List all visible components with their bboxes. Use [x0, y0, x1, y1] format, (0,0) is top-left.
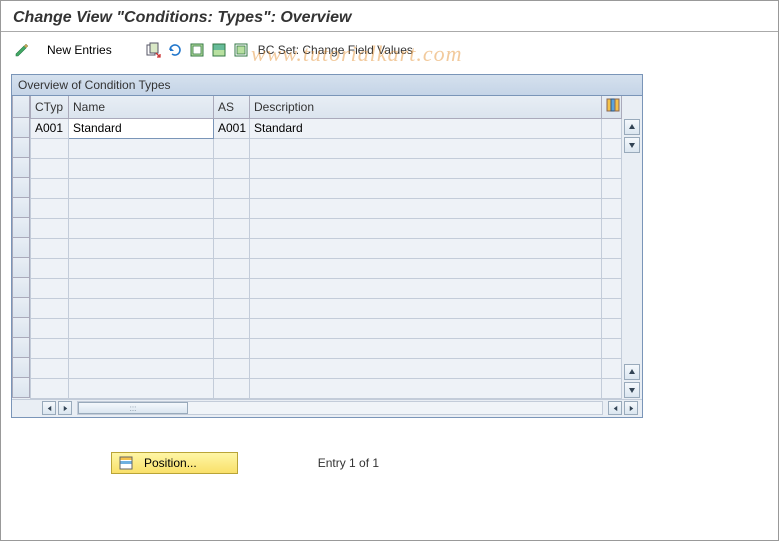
select-block-button[interactable]	[210, 41, 228, 59]
row-selector[interactable]	[12, 218, 30, 238]
col-header-ctyp[interactable]: CTyp	[31, 96, 69, 118]
cell-description[interactable]: Standard	[250, 118, 602, 138]
row-selector[interactable]	[12, 198, 30, 218]
row-selector[interactable]	[12, 278, 30, 298]
scroll-left-button[interactable]	[608, 401, 622, 415]
new-entries-button[interactable]: New Entries	[39, 41, 120, 59]
table-row	[31, 358, 622, 378]
row-selector[interactable]	[12, 378, 30, 398]
scroll-down-button[interactable]	[624, 137, 640, 153]
col-header-as[interactable]: AS	[214, 96, 250, 118]
toggle-display-change-button[interactable]	[13, 41, 31, 59]
cell-as[interactable]: A001	[214, 118, 250, 138]
col-header-name[interactable]: Name	[69, 96, 214, 118]
row-selector[interactable]	[12, 238, 30, 258]
entry-status-text: Entry 1 of 1	[318, 456, 379, 470]
row-selector[interactable]	[12, 178, 30, 198]
h-scroll-track[interactable]: :::	[77, 401, 603, 415]
table-row	[31, 298, 622, 318]
row-selector[interactable]	[12, 358, 30, 378]
position-button[interactable]: Position...	[111, 452, 238, 474]
table-row	[31, 158, 622, 178]
table-row	[31, 258, 622, 278]
scroll-right-button[interactable]	[624, 401, 638, 415]
position-button-label: Position...	[144, 456, 197, 470]
table-row	[31, 218, 622, 238]
page-title: Change View "Conditions: Types": Overvie…	[1, 1, 778, 31]
table-row: A001 Standard A001 Standard	[31, 118, 622, 138]
table-row	[31, 318, 622, 338]
col-header-description[interactable]: Description	[250, 96, 602, 118]
table-row	[31, 278, 622, 298]
scroll-down-button[interactable]	[624, 382, 640, 398]
condition-types-panel: Overview of Condition Types	[11, 74, 643, 418]
table-row	[31, 378, 622, 398]
bc-set-label: BC Set: Change Field Values	[258, 43, 413, 57]
row-selector[interactable]	[12, 118, 30, 138]
scroll-up-button[interactable]	[624, 364, 640, 380]
deselect-all-button[interactable]	[232, 41, 250, 59]
row-selector[interactable]	[12, 298, 30, 318]
horizontal-scrollbar: :::	[12, 399, 642, 417]
scroll-right-button[interactable]	[58, 401, 72, 415]
row-selector-column	[12, 96, 30, 399]
footer-row: Position... Entry 1 of 1	[111, 452, 778, 474]
position-icon	[118, 455, 134, 471]
row-selector[interactable]	[12, 158, 30, 178]
table-row	[31, 238, 622, 258]
cell-ctyp[interactable]: A001	[31, 118, 69, 138]
scroll-left-button[interactable]	[42, 401, 56, 415]
scroll-up-button[interactable]	[624, 119, 640, 135]
vertical-scrollbar	[622, 96, 642, 399]
h-scroll-thumb[interactable]: :::	[78, 402, 188, 414]
application-toolbar: New Entries BC Set: Change Field Values	[1, 32, 778, 68]
condition-types-table: CTyp Name AS Description A001 Standard A…	[30, 96, 622, 399]
table-settings-button[interactable]	[602, 96, 622, 118]
row-selector[interactable]	[12, 338, 30, 358]
table-row	[31, 138, 622, 158]
cell-pad	[602, 118, 622, 138]
select-all-button[interactable]	[188, 41, 206, 59]
undo-change-button[interactable]	[166, 41, 184, 59]
row-selector[interactable]	[12, 258, 30, 278]
copy-as-button[interactable]	[144, 41, 162, 59]
panel-header: Overview of Condition Types	[12, 75, 642, 96]
row-selector[interactable]	[12, 318, 30, 338]
row-selector-header[interactable]	[12, 96, 30, 118]
table-row	[31, 198, 622, 218]
table-header-row: CTyp Name AS Description	[31, 96, 622, 118]
table-row	[31, 178, 622, 198]
cell-name[interactable]: Standard	[69, 118, 214, 138]
table-row	[31, 338, 622, 358]
row-selector[interactable]	[12, 138, 30, 158]
